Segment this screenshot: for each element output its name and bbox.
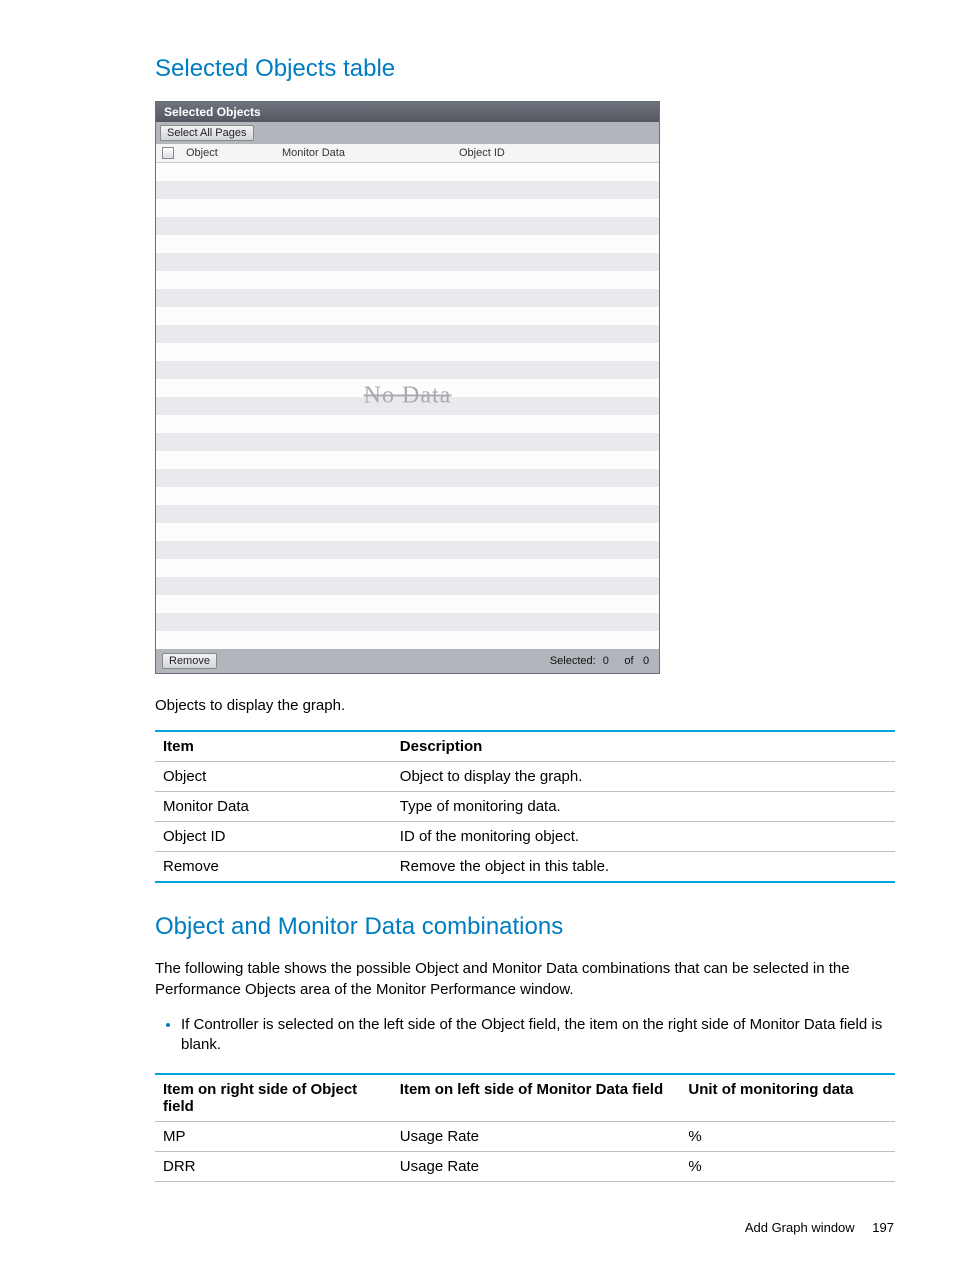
combo-cell: % (680, 1122, 895, 1152)
panel-header: Selected Objects (156, 102, 659, 122)
desc-item: Remove (155, 852, 392, 883)
combo-cell: Usage Rate (392, 1122, 681, 1152)
panel-toolbar: Select All Pages (156, 122, 659, 144)
of-word: of (622, 655, 636, 667)
section-heading-selected-objects: Selected Objects table (155, 55, 894, 83)
item-description-table: Item Description Object Object to displa… (155, 730, 895, 883)
selected-word: Selected: (550, 655, 596, 667)
desc-text: Remove the object in this table. (392, 852, 895, 883)
col-header-object-id[interactable]: Object ID (453, 147, 559, 159)
panel-body: No Data (156, 163, 659, 649)
panel-column-header: Object Monitor Data Object ID (156, 144, 659, 163)
desc-item: Object ID (155, 822, 392, 852)
col-header-monitor-data[interactable]: Monitor Data (276, 147, 453, 159)
footer-title: Add Graph window (745, 1220, 855, 1235)
col-header-object[interactable]: Object (180, 147, 276, 159)
combo-cell: MP (155, 1122, 392, 1152)
table-row: MP Usage Rate % (155, 1122, 895, 1152)
desc-header-item: Item (155, 731, 392, 762)
combinations-notes: If Controller is selected on the left si… (155, 1014, 894, 1056)
list-item: If Controller is selected on the left si… (181, 1014, 894, 1056)
footer-page-number: 197 (872, 1220, 894, 1235)
table-row: DRR Usage Rate % (155, 1152, 895, 1182)
combo-header-3: Unit of monitoring data (680, 1074, 895, 1122)
combo-cell: DRR (155, 1152, 392, 1182)
desc-text: Type of monitoring data. (392, 792, 895, 822)
panel-footer: Remove Selected: 0 of 0 (156, 649, 659, 673)
combinations-intro: The following table shows the possible O… (155, 959, 894, 1000)
page-footer: Add Graph window 197 (745, 1220, 894, 1235)
table-row: Monitor Data Type of monitoring data. (155, 792, 895, 822)
combinations-table: Item on right side of Object field Item … (155, 1073, 895, 1182)
table-row: Object Object to display the graph. (155, 762, 895, 792)
desc-item: Object (155, 762, 392, 792)
total-count: 0 (639, 655, 653, 667)
desc-text: ID of the monitoring object. (392, 822, 895, 852)
combo-header-2: Item on left side of Monitor Data field (392, 1074, 681, 1122)
selected-count-label: Selected: 0 of 0 (550, 655, 653, 667)
selected-objects-caption: Objects to display the graph. (155, 696, 894, 716)
combo-cell: % (680, 1152, 895, 1182)
desc-header-description: Description (392, 731, 895, 762)
combo-cell: Usage Rate (392, 1152, 681, 1182)
selected-objects-panel: Selected Objects Select All Pages Object… (155, 101, 660, 674)
selected-count: 0 (599, 655, 613, 667)
select-all-checkbox[interactable] (162, 147, 174, 159)
section-heading-combinations: Object and Monitor Data combinations (155, 913, 894, 941)
table-row: Object ID ID of the monitoring object. (155, 822, 895, 852)
remove-button[interactable]: Remove (162, 653, 217, 669)
combo-header-1: Item on right side of Object field (155, 1074, 392, 1122)
desc-text: Object to display the graph. (392, 762, 895, 792)
desc-item: Monitor Data (155, 792, 392, 822)
table-row: Remove Remove the object in this table. (155, 852, 895, 883)
select-all-pages-button[interactable]: Select All Pages (160, 125, 254, 141)
